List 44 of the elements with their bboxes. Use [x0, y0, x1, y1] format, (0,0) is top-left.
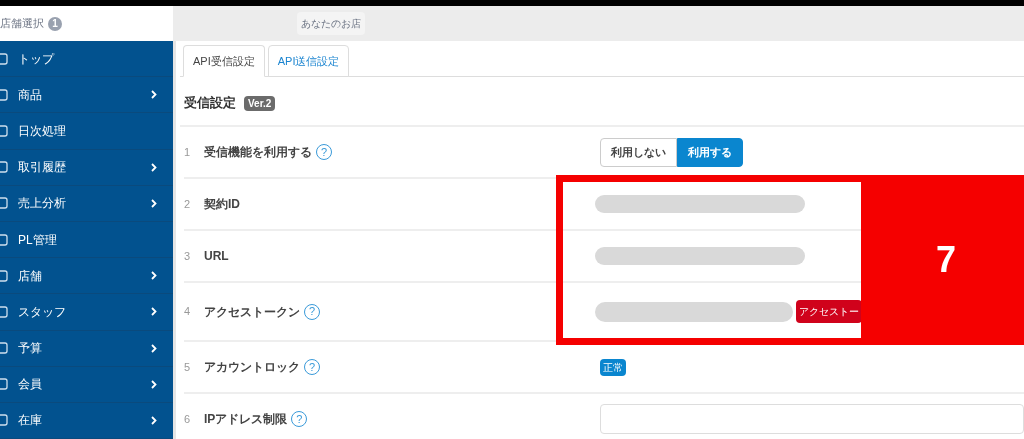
chevron-icon [151, 307, 157, 317]
row-number: 6 [184, 411, 192, 427]
sidebar-item[interactable]: 日次処理 [0, 113, 173, 150]
field-label: IPアドレス制限 [204, 411, 288, 428]
row-number: 1 [184, 144, 192, 160]
status-badge: 正常 [600, 358, 626, 376]
sidebar-item[interactable]: 取引履歴 [0, 149, 173, 186]
row-number: 5 [184, 359, 192, 375]
chevron-icon [151, 415, 157, 425]
token-button[interactable]: アクセストー [796, 300, 862, 323]
sidebar-item[interactable]: 会員 [0, 366, 173, 403]
sidebar-item[interactable]: 店舗 [0, 258, 173, 295]
sidebar-item[interactable]: 在庫 [0, 402, 173, 439]
row-number: 3 [184, 248, 192, 264]
version-badge: Ver.2 [244, 95, 276, 111]
count-badge: 1 [48, 16, 62, 31]
field-label: 契約ID [204, 196, 240, 213]
store-select-label[interactable]: 店舗選択 [0, 15, 44, 32]
annotation-number: 7 [936, 238, 956, 282]
field-label: アクセストークン [204, 303, 300, 321]
field-label: アカウントロック [204, 359, 300, 376]
chevron-icon [151, 271, 157, 281]
sidebar-item[interactable]: PL管理 [0, 221, 173, 259]
row-number: 4 [184, 304, 192, 320]
store-name-chip[interactable]: あなたのお店 [297, 12, 365, 35]
sidebar-item[interactable]: 予算 [0, 330, 173, 367]
field-label: 受信機能を利用する [204, 144, 312, 161]
section-title: 受信設定 [184, 94, 236, 113]
chevron-icon [151, 90, 157, 100]
chevron-icon [151, 343, 157, 353]
input-field[interactable] [600, 404, 1024, 434]
toggle-option[interactable]: 利用する [677, 137, 743, 167]
tab[interactable]: API送信設定 [267, 45, 350, 77]
chevron-icon [151, 198, 157, 208]
toggle-option[interactable]: 利用しない [600, 137, 677, 167]
chevron-icon [151, 162, 157, 172]
sidebar-item[interactable]: 商品 [0, 77, 173, 114]
tab[interactable]: API受信設定 [183, 45, 265, 77]
chevron-icon [151, 379, 157, 389]
sidebar-item[interactable]: スタッフ [0, 294, 173, 331]
sidebar-item[interactable]: トップ [0, 41, 173, 78]
sidebar-item[interactable]: 売上分析 [0, 185, 173, 222]
row-number: 2 [184, 196, 192, 212]
field-label: URL [204, 248, 229, 265]
